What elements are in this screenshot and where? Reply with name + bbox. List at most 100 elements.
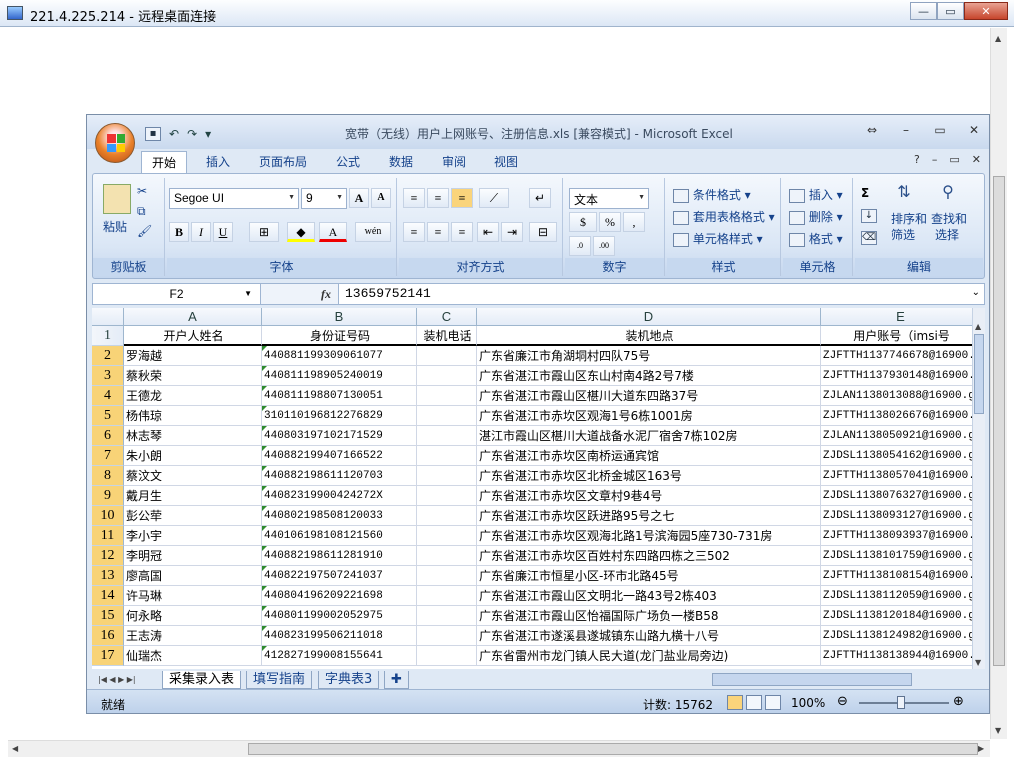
table-cell[interactable]: 440882199407166522 xyxy=(262,446,417,466)
table-cell[interactable]: 仙瑞杰 xyxy=(124,646,262,666)
scroll-right-icon[interactable]: ▶ xyxy=(978,744,984,753)
zoom-in-icon[interactable]: ⊕ xyxy=(953,694,964,709)
table-cell[interactable]: 412827199008155641 xyxy=(262,646,417,666)
redo-icon[interactable]: ↷ xyxy=(187,127,197,141)
row-header[interactable]: 3 xyxy=(92,366,124,386)
table-cell[interactable] xyxy=(417,406,477,426)
sort-filter-label-2[interactable]: 筛选 xyxy=(891,226,915,243)
row-header[interactable]: 10 xyxy=(92,506,124,526)
row-header[interactable]: 1 xyxy=(92,326,124,346)
table-cell[interactable]: ZJDSL1138124982@16900.g xyxy=(821,626,972,646)
table-cell[interactable]: 广东省湛江市遂溪县遂城镇东山路九横十八号 xyxy=(477,626,821,646)
table-cell[interactable]: 李小宇 xyxy=(124,526,262,546)
header-cell[interactable]: 身份证号码 xyxy=(262,326,417,346)
excel-restore-icon[interactable]: ⇔ xyxy=(861,123,883,137)
table-cell[interactable]: 朱小朗 xyxy=(124,446,262,466)
delete-cells-button[interactable]: 删除 ▾ xyxy=(789,208,843,225)
table-cell[interactable] xyxy=(417,566,477,586)
page-break-view-icon[interactable] xyxy=(765,695,781,710)
excel-minimize-icon[interactable]: – xyxy=(895,123,917,137)
doc-minimize-icon[interactable]: – xyxy=(932,153,938,166)
table-cell[interactable]: 罗海越 xyxy=(124,346,262,366)
align-bottom-icon[interactable]: ≡ xyxy=(451,188,473,208)
zoom-level[interactable]: 100% xyxy=(791,696,825,710)
row-header[interactable]: 7 xyxy=(92,446,124,466)
percent-button[interactable]: % xyxy=(599,212,621,232)
row-header[interactable]: 13 xyxy=(92,566,124,586)
doc-restore-icon[interactable]: ▭ xyxy=(949,153,959,166)
table-cell[interactable]: 广东省湛江市霞山区东山村南4路2号7楼 xyxy=(477,366,821,386)
rdp-horizontal-scrollbar[interactable]: ◀ ▶ xyxy=(8,740,990,757)
table-cell[interactable] xyxy=(417,426,477,446)
fx-icon[interactable]: fx xyxy=(321,287,331,302)
zoom-slider-thumb[interactable] xyxy=(897,696,905,709)
excel-close-icon[interactable]: ✕ xyxy=(963,123,985,137)
table-cell[interactable]: 广东省湛江市赤坎区南桥运通宾馆 xyxy=(477,446,821,466)
table-cell[interactable]: 广东省湛江市赤坎区观海1号6栋1001房 xyxy=(477,406,821,426)
save-icon[interactable]: ▪ xyxy=(145,127,161,141)
table-cell[interactable] xyxy=(417,626,477,646)
table-cell[interactable]: ZJFTTH1138138944@16900. xyxy=(821,646,972,666)
office-button[interactable] xyxy=(95,123,135,163)
table-cell[interactable] xyxy=(417,546,477,566)
table-cell[interactable]: ZJDSL1138093127@16900.g xyxy=(821,506,972,526)
undo-icon[interactable]: ↶ xyxy=(169,127,179,141)
select-all-corner[interactable] xyxy=(92,308,124,326)
table-cell[interactable] xyxy=(417,366,477,386)
table-cell[interactable]: 广东省廉江市角湖垌村四队75号 xyxy=(477,346,821,366)
table-cell[interactable]: 许马琳 xyxy=(124,586,262,606)
number-format-box[interactable]: 文本 ▼ xyxy=(569,188,649,209)
table-cell[interactable]: ZJDSL1138054162@16900.g xyxy=(821,446,972,466)
tab-home[interactable]: 开始 xyxy=(141,151,188,173)
format-cells-button[interactable]: 格式 ▾ xyxy=(789,230,843,247)
table-cell[interactable] xyxy=(417,386,477,406)
zoom-out-icon[interactable]: ⊖ xyxy=(837,694,848,709)
excel-maximize-icon[interactable]: ▭ xyxy=(929,123,951,137)
table-cell[interactable]: 广东省湛江市赤坎区观海北路1号滨海园5座730-731房 xyxy=(477,526,821,546)
table-cell[interactable]: 广东省湛江市霞山区怡福国际广场负一楼B58 xyxy=(477,606,821,626)
font-size-box[interactable]: 9 ▼ xyxy=(301,188,347,209)
table-cell[interactable]: 广东省湛江市赤坎区北桥金城区163号 xyxy=(477,466,821,486)
table-cell[interactable]: 440801199002052975 xyxy=(262,606,417,626)
table-cell[interactable]: ZJDSL1138120184@16900.g xyxy=(821,606,972,626)
orientation-icon[interactable]: ⟋ xyxy=(479,188,509,208)
insert-sheet-icon[interactable]: ✚ xyxy=(384,671,409,689)
table-cell[interactable]: 戴月生 xyxy=(124,486,262,506)
binoculars-icon[interactable]: ⚲ xyxy=(935,182,961,208)
font-color-button[interactable]: A xyxy=(319,222,347,242)
row-header[interactable]: 5 xyxy=(92,406,124,426)
scroll-down-icon[interactable]: ▼ xyxy=(975,658,981,667)
row-header[interactable]: 12 xyxy=(92,546,124,566)
table-cell[interactable]: 440811198905240019 xyxy=(262,366,417,386)
tab-review[interactable]: 审阅 xyxy=(442,153,466,170)
scroll-up-icon[interactable]: ▲ xyxy=(995,34,1001,43)
fill-icon[interactable]: ↓ xyxy=(861,208,877,223)
sheet-vscroll-thumb[interactable] xyxy=(974,334,984,414)
clear-icon[interactable]: ⌫ xyxy=(861,230,877,245)
header-cell[interactable]: 开户人姓名 xyxy=(124,326,262,346)
first-sheet-icon[interactable]: |◀ ◀ ▶ ▶| xyxy=(98,675,136,684)
sheet-tab-guide[interactable]: 填写指南 xyxy=(246,671,313,689)
sheet-vertical-scrollbar[interactable]: ▲ ▼ xyxy=(972,308,985,669)
worksheet-grid[interactable]: A B C D E 1 开户人姓名 身份证号码 装机电话 装机地点 用户账号（imsi号 2 罗海越 44… xyxy=(92,308,972,669)
table-cell[interactable]: 广东省湛江市赤坎区文章村9巷4号 xyxy=(477,486,821,506)
align-left-icon[interactable]: ≡ xyxy=(403,222,425,242)
table-cell[interactable]: 广东省雷州市龙门镇人民大道(龙门盐业局旁边) xyxy=(477,646,821,666)
sort-filter-label[interactable]: 排序和 xyxy=(891,210,927,227)
table-cell[interactable]: 林志琴 xyxy=(124,426,262,446)
table-cell[interactable]: 440882198611281910 xyxy=(262,546,417,566)
column-header[interactable]: B xyxy=(262,308,417,326)
table-cell[interactable]: ZJFTTH1138057041@16900. xyxy=(821,466,972,486)
table-cell[interactable] xyxy=(417,606,477,626)
header-cell[interactable]: 装机地点 xyxy=(477,326,821,346)
align-center-icon[interactable]: ≡ xyxy=(427,222,449,242)
row-header[interactable]: 17 xyxy=(92,646,124,666)
table-cell[interactable] xyxy=(417,586,477,606)
column-header[interactable]: C xyxy=(417,308,477,326)
paste-button[interactable]: 粘贴 xyxy=(103,218,127,235)
insert-cells-button[interactable]: 插入 ▾ xyxy=(789,186,843,203)
table-cell[interactable]: 广东省湛江市霞山区文明北一路43号2栋403 xyxy=(477,586,821,606)
rdp-close-button[interactable]: ✕ xyxy=(964,2,1008,20)
shrink-font-button[interactable]: A xyxy=(371,188,391,208)
sort-filter-icon[interactable]: ⇅ xyxy=(891,182,917,208)
